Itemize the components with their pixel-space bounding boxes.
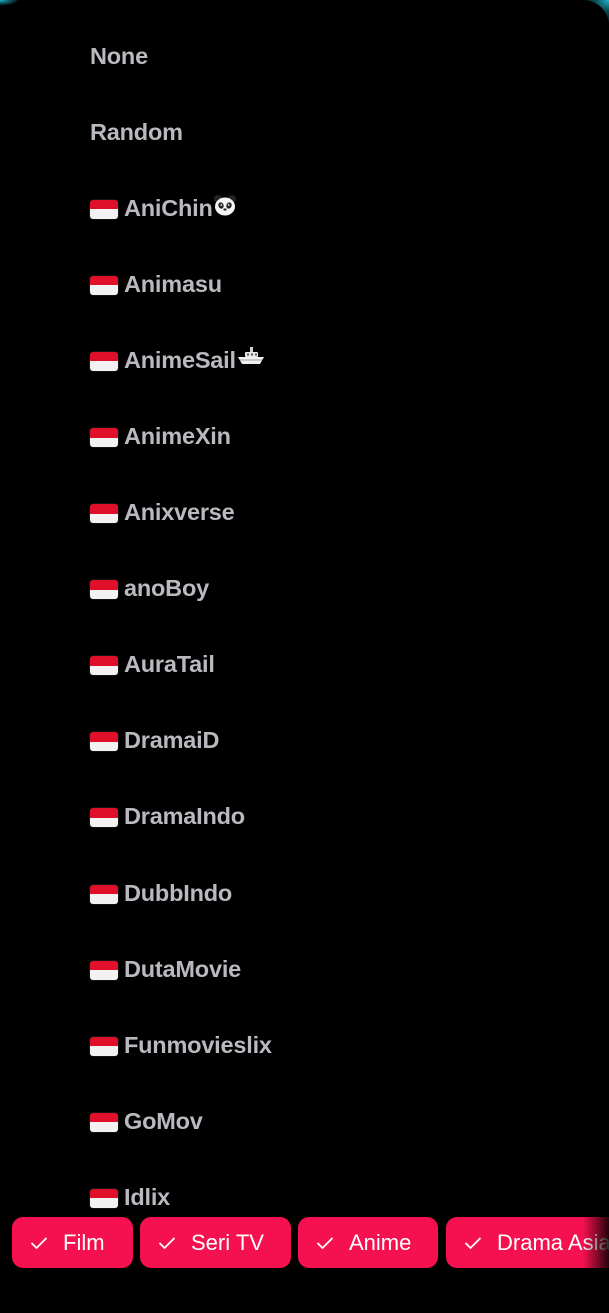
- indonesia-flag-icon: [90, 199, 118, 219]
- provider-list: None Random AniChin Animasu AnimeSail An…: [0, 18, 609, 1236]
- provider-label: AniChin: [124, 194, 213, 221]
- check-icon: [31, 1237, 47, 1249]
- indonesia-flag-icon: [90, 428, 118, 448]
- check-icon: [159, 1237, 175, 1249]
- provider-item-auratail[interactable]: AuraTail: [0, 627, 609, 703]
- indonesia-flag-icon: [90, 580, 118, 600]
- provider-item-anixverse[interactable]: Anixverse: [0, 475, 609, 551]
- provider-label: DramaiD: [124, 727, 220, 754]
- indonesia-flag-icon: [90, 275, 118, 295]
- indonesia-flag-icon: [90, 732, 118, 752]
- provider-item-funmovieslix[interactable]: Funmovieslix: [0, 1007, 609, 1083]
- provider-label: Idlix: [124, 1183, 171, 1210]
- filter-chip-label: Film: [63, 1229, 105, 1255]
- check-icon: [317, 1237, 333, 1249]
- indonesia-flag-icon: [90, 884, 118, 904]
- category-filter-bar[interactable]: Film Seri TV Anime Drama Asia: [0, 1214, 609, 1272]
- provider-item-gomov[interactable]: GoMov: [0, 1083, 609, 1159]
- provider-label: anoBoy: [124, 575, 209, 602]
- filter-chip-seri-tv[interactable]: Seri TV: [140, 1217, 291, 1268]
- filter-chip-label: Seri TV: [191, 1229, 264, 1255]
- provider-label: GoMov: [124, 1107, 203, 1134]
- provider-label: None: [90, 42, 148, 69]
- provider-label: Random: [90, 118, 183, 145]
- provider-item-dramaid[interactable]: DramaiD: [0, 703, 609, 779]
- provider-label: DubbIndo: [124, 879, 233, 906]
- provider-label: Animasu: [124, 270, 222, 297]
- indonesia-flag-icon: [90, 1112, 118, 1132]
- indonesia-flag-icon: [90, 504, 118, 524]
- indonesia-flag-icon: [90, 960, 118, 980]
- provider-item-animesail[interactable]: AnimeSail: [0, 322, 609, 398]
- provider-item-anoboy[interactable]: anoBoy: [0, 551, 609, 627]
- ship-icon: [237, 347, 264, 365]
- filter-chip-drama-asia[interactable]: Drama Asia: [446, 1217, 609, 1268]
- provider-item-random[interactable]: Random: [0, 94, 609, 170]
- indonesia-flag-icon: [90, 808, 118, 828]
- indonesia-flag-icon: [90, 656, 118, 676]
- provider-item-dubbindo[interactable]: DubbIndo: [0, 855, 609, 931]
- provider-label: AuraTail: [124, 651, 215, 678]
- provider-label: DramaIndo: [124, 803, 245, 830]
- indonesia-flag-icon: [90, 1036, 118, 1056]
- check-icon: [465, 1237, 481, 1249]
- filter-chip-label: Drama Asia: [497, 1229, 609, 1255]
- indonesia-flag-icon: [90, 351, 118, 371]
- bottom-sheet: None Random AniChin Animasu AnimeSail An…: [0, 0, 609, 1313]
- provider-item-dramaindo[interactable]: DramaIndo: [0, 779, 609, 855]
- provider-item-none[interactable]: None: [0, 18, 609, 94]
- provider-item-animexin[interactable]: AnimeXin: [0, 398, 609, 474]
- provider-label: AnimeXin: [124, 423, 231, 450]
- provider-selection-screen: None Random AniChin Animasu AnimeSail An…: [0, 0, 609, 1313]
- filter-chip-film[interactable]: Film: [12, 1217, 133, 1268]
- provider-label: AnimeSail: [124, 346, 236, 373]
- filter-chip-anime[interactable]: Anime: [298, 1217, 438, 1268]
- provider-label: DutaMovie: [124, 955, 242, 982]
- provider-label: Funmovieslix: [124, 1031, 272, 1058]
- indonesia-flag-icon: [90, 1188, 118, 1208]
- provider-item-dutamovie[interactable]: DutaMovie: [0, 931, 609, 1007]
- provider-item-anichin[interactable]: AniChin: [0, 170, 609, 246]
- provider-label: Anixverse: [124, 499, 235, 526]
- panda-icon: [213, 195, 236, 216]
- filter-chip-label: Anime: [349, 1229, 412, 1255]
- provider-item-animasu[interactable]: Animasu: [0, 246, 609, 322]
